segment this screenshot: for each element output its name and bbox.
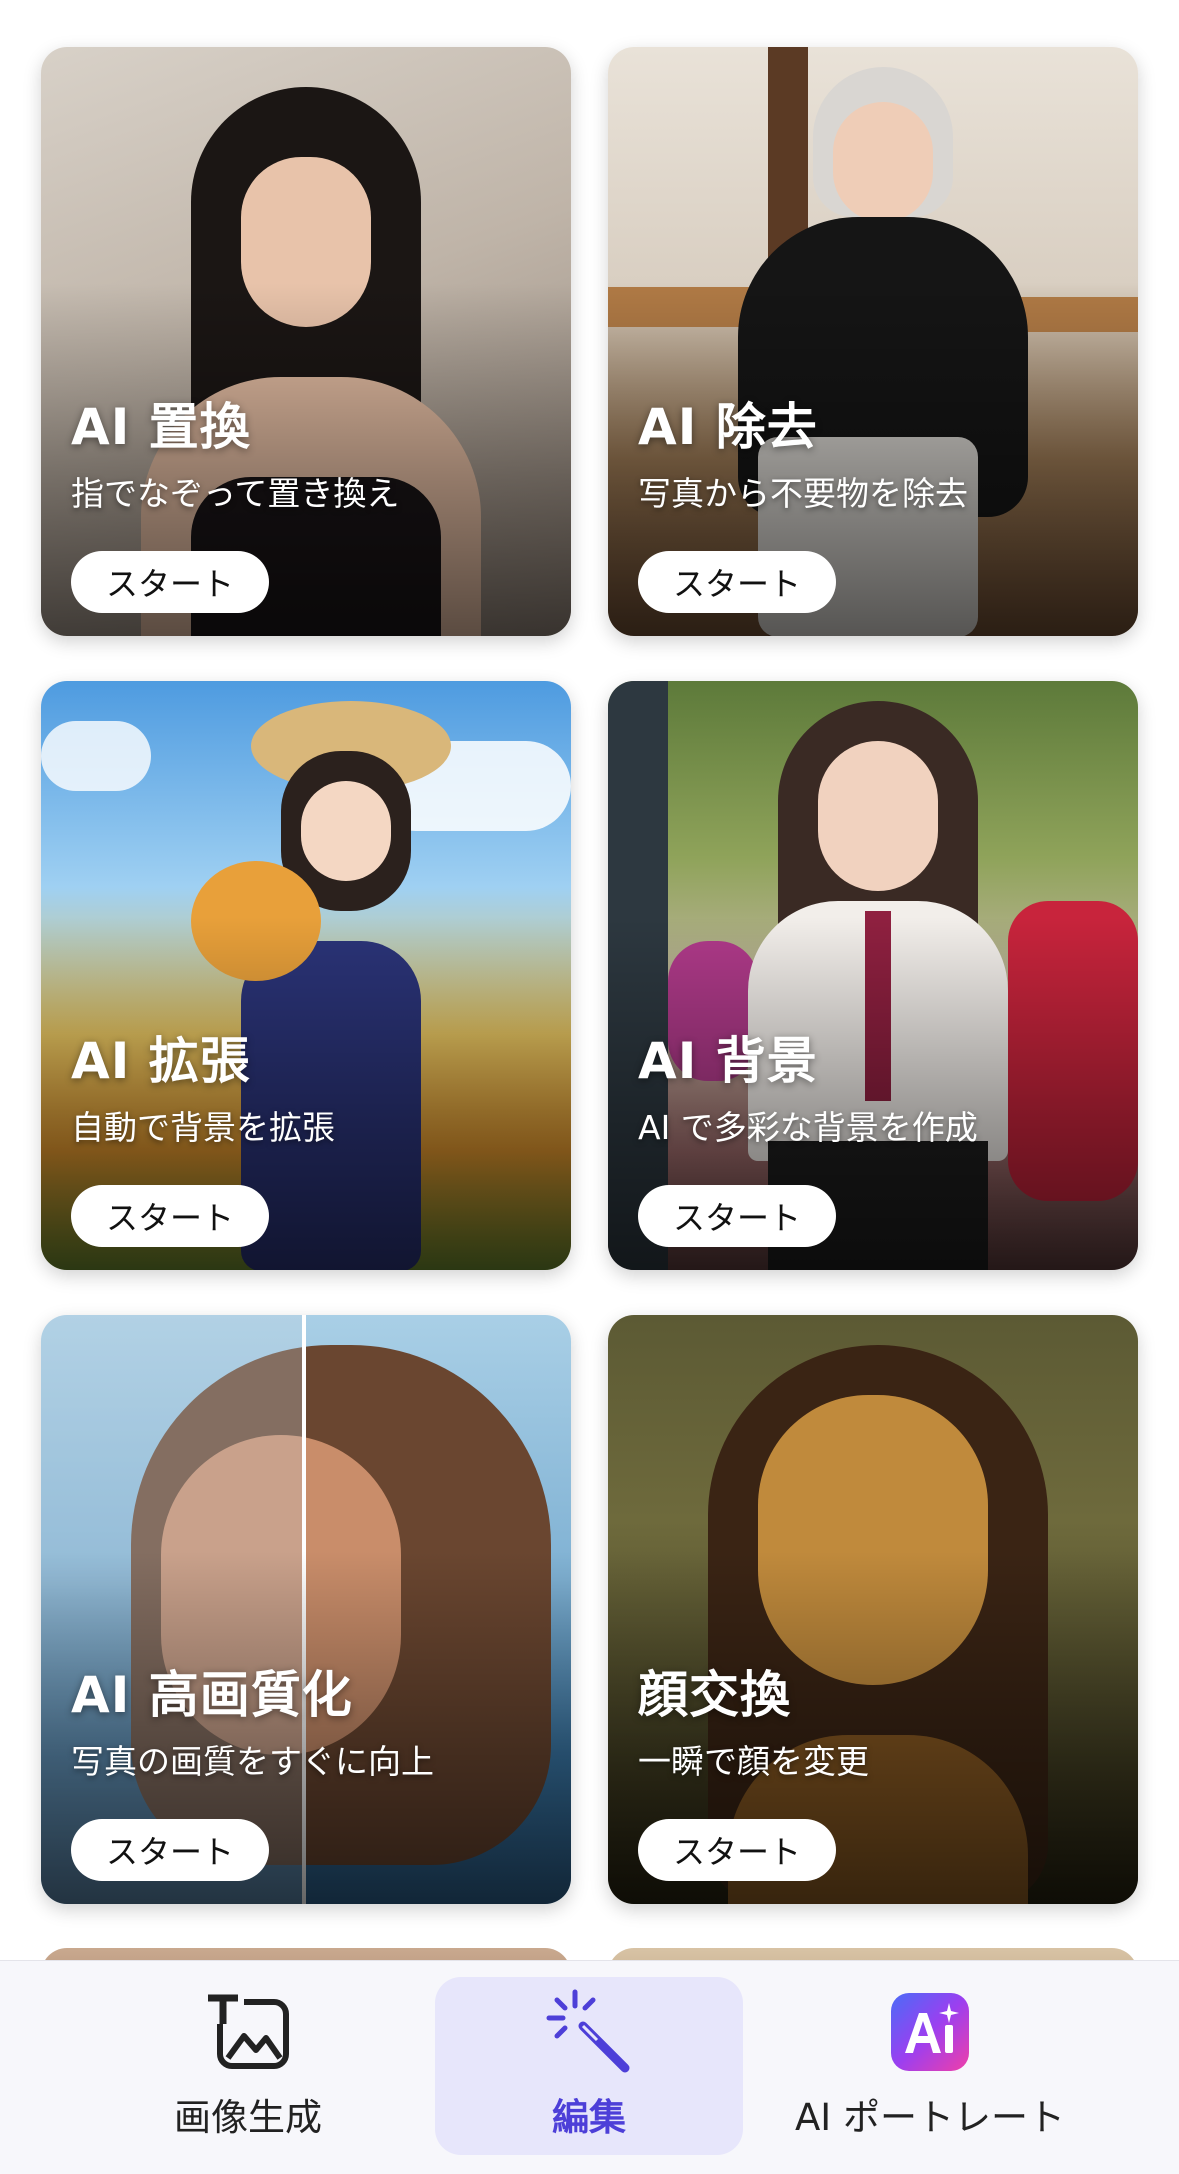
- nav-item-image-generation[interactable]: 画像生成: [93, 1977, 403, 2155]
- nav-label: 編集: [552, 2096, 626, 2139]
- start-button[interactable]: スタート: [71, 551, 269, 613]
- start-button[interactable]: スタート: [71, 1185, 269, 1247]
- face-shape: [301, 781, 391, 881]
- nav-item-ai-portrait[interactable]: AI ポートレート: [775, 1977, 1085, 2155]
- card-ai-replace[interactable]: AI 置換 指でなぞって置き換え スタート: [41, 47, 571, 636]
- card-title: 顔交換: [638, 1666, 791, 1724]
- face-shape: [833, 102, 933, 222]
- card-face-swap[interactable]: 顔交換 一瞬で顔を変更 スタート: [608, 1315, 1138, 1904]
- start-button[interactable]: スタート: [638, 1819, 836, 1881]
- bottom-nav-bar: 画像生成 編集 AI ポートレート: [0, 1960, 1179, 2174]
- start-button[interactable]: スタート: [638, 1185, 836, 1247]
- ai-portrait-icon: [885, 1987, 975, 2077]
- card-title: AI 置換: [71, 398, 251, 456]
- card-title: AI 高画質化: [71, 1666, 353, 1724]
- card-ai-background[interactable]: AI 背景 AI で多彩な背景を作成 スタート: [608, 681, 1138, 1270]
- card-ai-remove[interactable]: AI 除去 写真から不要物を除去 スタート: [608, 47, 1138, 636]
- card-title: AI 拡張: [71, 1032, 251, 1090]
- card-subtitle: 一瞬で顔を変更: [638, 1742, 869, 1781]
- card-title: AI 除去: [638, 398, 818, 456]
- card-title: AI 背景: [638, 1032, 818, 1090]
- face-shape: [818, 741, 938, 891]
- card-ai-expand[interactable]: AI 拡張 自動で背景を拡張 スタート: [41, 681, 571, 1270]
- card-ai-enhance[interactable]: AI 高画質化 写真の画質をすぐに向上 スタート: [41, 1315, 571, 1904]
- magic-wand-icon: [544, 1987, 634, 2077]
- card-subtitle: AI で多彩な背景を作成: [638, 1108, 978, 1147]
- cloud-shape: [41, 721, 151, 791]
- nav-label: 画像生成: [174, 2096, 322, 2139]
- start-button[interactable]: スタート: [71, 1819, 269, 1881]
- card-subtitle: 写真の画質をすぐに向上: [71, 1742, 434, 1781]
- card-subtitle: 写真から不要物を除去: [638, 474, 968, 513]
- start-button[interactable]: スタート: [638, 551, 836, 613]
- text-to-image-icon: [203, 1987, 293, 2077]
- card-subtitle: 自動で背景を拡張: [71, 1108, 335, 1147]
- card-subtitle: 指でなぞって置き換え: [71, 474, 400, 513]
- nav-label: AI ポートレート: [795, 2096, 1065, 2139]
- edit-screen: AI 置換 指でなぞって置き換え スタート AI 除去 写真から不要物を除去 ス…: [0, 0, 1179, 2174]
- nav-item-edit[interactable]: 編集: [435, 1977, 743, 2155]
